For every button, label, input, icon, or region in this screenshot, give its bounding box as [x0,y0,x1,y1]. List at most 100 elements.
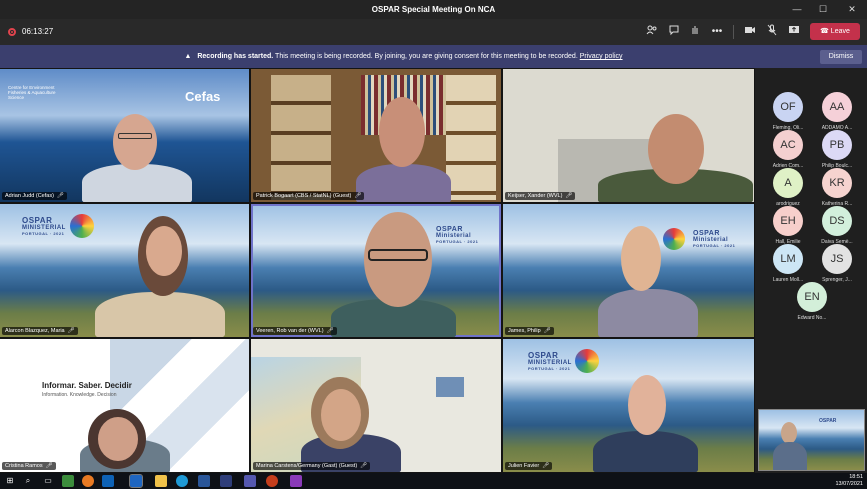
glasses-icon [118,133,152,139]
chrome-icon[interactable] [62,475,74,487]
avatar-initials: PB [822,130,852,160]
glasses-icon [368,249,428,261]
avatar-initials: KR [822,168,852,198]
participant-name-label: Alarcon Blazquez, Maria 🎤︎ [2,327,78,335]
mic-off-icon: 🎤︎ [67,328,75,334]
bookshelf-right [446,75,496,200]
ospar-emblem-icon [575,349,599,373]
cefas-org-text: Centre for Environment Fisheries & Aquac… [8,85,56,100]
window-title: OSPAR Special Meeting On NCA [371,5,496,14]
search-icon[interactable]: ⌕ [22,475,34,487]
video-grid: Centre for Environment Fisheries & Aquac… [0,68,755,473]
avatar-initials: LM [773,244,803,274]
banner-title: Recording has started. [197,53,274,60]
dismiss-button[interactable]: Dismiss [820,50,862,64]
bookshelf-left [271,75,331,200]
participants-icon[interactable] [644,24,660,40]
ospar-logo: OSPAR [819,418,837,424]
mic-off-icon: 🎤︎ [565,193,573,199]
participant-body [95,292,225,337]
edge-icon[interactable] [176,475,188,487]
word-icon[interactable] [102,475,114,487]
participant-body [593,431,698,472]
firefox-icon[interactable] [82,475,94,487]
share-screen-icon[interactable] [786,24,802,40]
participant-name-label: Cristina Ramos 🎤︎ [2,462,56,470]
mic-off-icon: 🎤︎ [360,463,368,469]
avatar-name: Edward No... [797,315,827,321]
mic-muted-icon[interactable] [764,24,780,40]
participant-head [621,226,661,291]
participant-name-label: Patrick Bogaart (CBS / StatNL) (Guest) 🎤︎ [253,192,365,200]
avatar-initials: EH [773,206,803,236]
avatar-initials: JS [822,244,852,274]
close-icon[interactable]: ✕ [845,2,859,16]
video-tile[interactable]: OSPAR Ministerial PORTUGAL · 2021 James, P… [503,204,754,337]
avatar-initials: DS [822,206,852,236]
participant-name-label: James, Philip 🎤︎ [505,327,554,335]
minimize-icon[interactable]: — [790,2,804,16]
participant-name-label: Marina Carstens/Germany (Gast) (Guest) 🎤︎ [253,462,371,470]
video-tile[interactable]: Centre for Environment Fisheries & Aquac… [0,69,249,202]
reactions-icon[interactable] [687,24,703,40]
banner-message: This meeting is being recorded. By joini… [275,53,578,60]
self-view-video[interactable]: OSPAR [758,409,865,471]
video-tile[interactable]: Marina Carstens/Germany (Gast) (Guest) 🎤︎ [251,339,501,472]
chat-icon[interactable] [666,24,682,40]
clock-time: 18:51 [849,474,863,480]
avatar-initials: OF [773,92,803,122]
video-tile[interactable]: OSPAR MINISTERIAL PORTUGAL · 2021 Julien F… [503,339,754,472]
video-tile[interactable]: Patrick Bogaart (CBS / StatNL) (Guest) 🎤︎ [251,69,501,202]
participant-body [773,442,807,470]
app-icon[interactable] [290,475,302,487]
participant-head [113,114,157,170]
ospar-logo: OSPAR MINISTERIAL PORTUGAL · 2021 [528,351,572,371]
participant-head [648,114,704,184]
toolbar-divider [733,25,734,39]
app-icon[interactable] [220,475,232,487]
outlook-icon[interactable] [129,474,143,488]
mic-off-icon: 🎤︎ [543,328,551,334]
camera-icon[interactable] [742,24,758,40]
task-view-icon[interactable]: ▭ [42,475,54,487]
maximize-icon[interactable]: ☐ [816,2,830,16]
ospar-logo: OSPAR Ministerial PORTUGAL · 2021 [436,226,479,244]
more-actions-icon[interactable]: ••• [709,24,725,40]
recording-banner: ▲ Recording has started. This meeting is… [0,45,867,68]
video-tile[interactable]: OSPAR MINISTERIAL PORTUGAL · 2021 Alarcon … [0,204,249,337]
participant-name-label: Veeren, Rob van der (WVL) 🎤︎ [253,327,337,335]
participant-head [146,226,182,276]
avatar-initials: EN [797,282,827,312]
phone-hangup-icon: ☎ [820,28,829,35]
avatar-initials: A [773,168,803,198]
mic-off-icon: 🎤︎ [45,463,53,469]
cefas-logo: Cefas [185,89,221,104]
meeting-timer: 06:13:27 [22,27,54,36]
word-document-icon[interactable] [198,475,210,487]
title-bar: OSPAR Special Meeting On NCA — ☐ ✕ [0,0,867,19]
clock-date: 13/07/2021 [835,481,863,487]
powerpoint-icon[interactable] [266,475,278,487]
participant-body [598,289,698,337]
file-explorer-icon[interactable] [155,475,167,487]
privacy-policy-link[interactable]: Privacy policy [580,53,623,60]
avatar-initials: AA [822,92,852,122]
participant-name-label: Adrian Judd (Cefas) 🎤︎ [2,192,67,200]
system-clock[interactable]: 18:51 13/07/2021 [835,474,863,488]
participant-head [98,417,138,461]
participant-head [628,375,666,435]
recording-icon [8,28,16,36]
slide-title: Informar. Saber. Decidir [42,381,132,390]
windows-start-icon[interactable]: ⊞ [4,475,16,487]
slide-subtitle: Information. Knowledge. Decision [42,392,117,398]
participant-avatar-panel: OF Fleming, Oli... AA ADDAMO A... AC Adrien C… [755,68,867,473]
video-tile-active-speaker[interactable]: OSPAR Ministerial PORTUGAL · 2021 Veeren, … [251,204,501,337]
participant-body [356,164,451,202]
meeting-toolbar: 06:13:27 ••• ☎ Leave [0,19,867,45]
teams-icon[interactable] [244,475,256,487]
video-tile[interactable]: Informar. Saber. Decidir Information. Kn… [0,339,249,472]
participant-avatar[interactable]: EN Edward No... [787,282,837,330]
mic-off-icon: 🎤︎ [56,193,64,199]
video-tile[interactable]: Keijser, Xander (WVL) 🎤︎ [503,69,754,202]
leave-button[interactable]: ☎ Leave [810,23,860,40]
